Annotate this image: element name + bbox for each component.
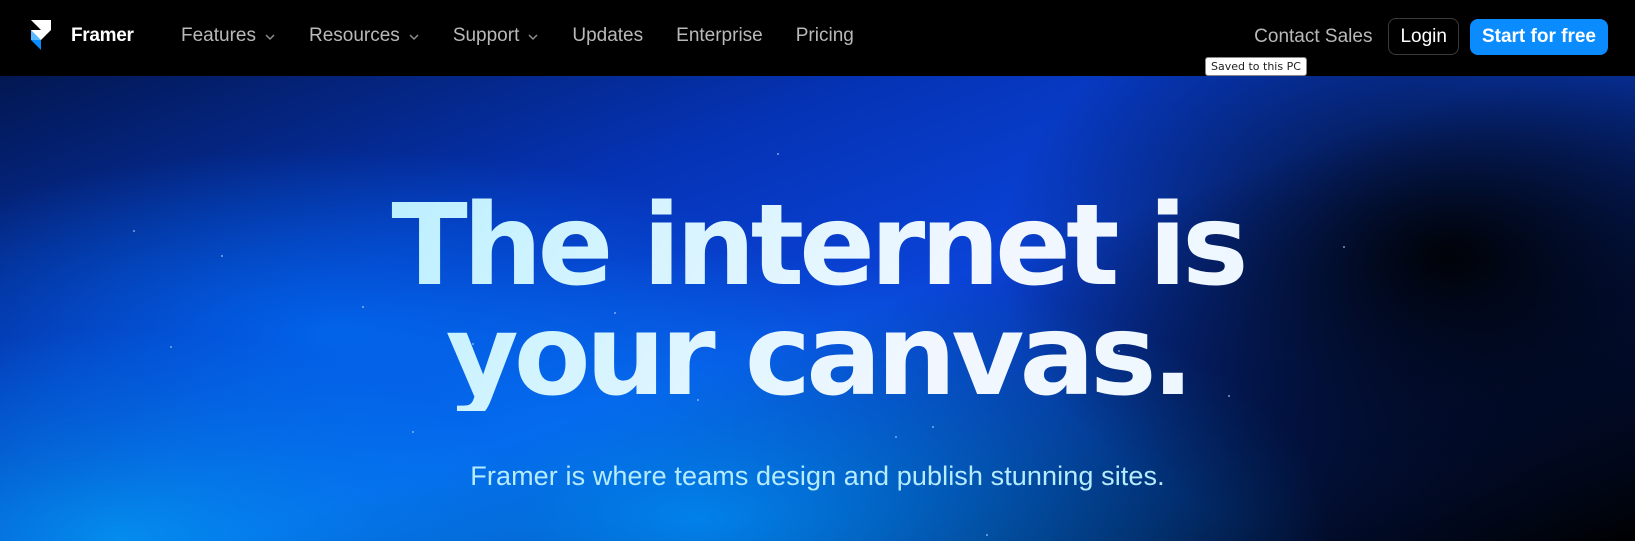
- hero-headline: The internet is your canvas.: [0, 76, 1635, 411]
- page: Framer Features Resources Support Update…: [0, 0, 1635, 541]
- contact-sales-link[interactable]: Contact Sales: [1254, 26, 1372, 48]
- nav-item-pricing[interactable]: Pricing: [796, 25, 854, 47]
- hero-subtitle: Framer is where teams design and publish…: [470, 461, 1165, 491]
- nav-item-resources[interactable]: Resources: [309, 25, 420, 47]
- nav-item-label: Pricing: [795, 25, 854, 46]
- nav-item-label: Features: [181, 25, 256, 46]
- chevron-down-icon: [409, 34, 419, 41]
- brand-name: Framer: [71, 25, 134, 46]
- chevron-down-icon: [528, 34, 538, 41]
- nav-item-label: Enterprise: [676, 25, 763, 46]
- hero-headline-line-1: The internet is: [391, 181, 1244, 311]
- nav-item-label: Updates: [572, 25, 644, 46]
- hero-section: The internet is your canvas. Framer is w…: [0, 76, 1635, 492]
- framer-logo-icon: [31, 20, 51, 50]
- nav-item-updates[interactable]: Updates: [572, 25, 643, 47]
- nav-actions: Contact Sales Login Start for free: [1254, 18, 1608, 55]
- saved-tooltip: Saved to this PC: [1205, 57, 1307, 76]
- nav-item-enterprise[interactable]: Enterprise: [676, 25, 763, 47]
- chevron-down-icon: [265, 34, 275, 41]
- nav-item-features[interactable]: Features: [181, 25, 276, 47]
- hero-headline-line-2: your canvas.: [445, 291, 1190, 421]
- top-nav: Framer Features Resources Support Update…: [0, 0, 1635, 76]
- nav-item-support[interactable]: Support: [453, 25, 540, 47]
- nav-item-label: Resources: [308, 25, 400, 46]
- login-button[interactable]: Login: [1388, 18, 1459, 55]
- logo[interactable]: Framer: [31, 20, 134, 52]
- main-menu: Features Resources Support Updates Enter…: [181, 0, 887, 72]
- start-for-free-button[interactable]: Start for free: [1469, 18, 1608, 55]
- nav-item-label: Support: [452, 25, 520, 46]
